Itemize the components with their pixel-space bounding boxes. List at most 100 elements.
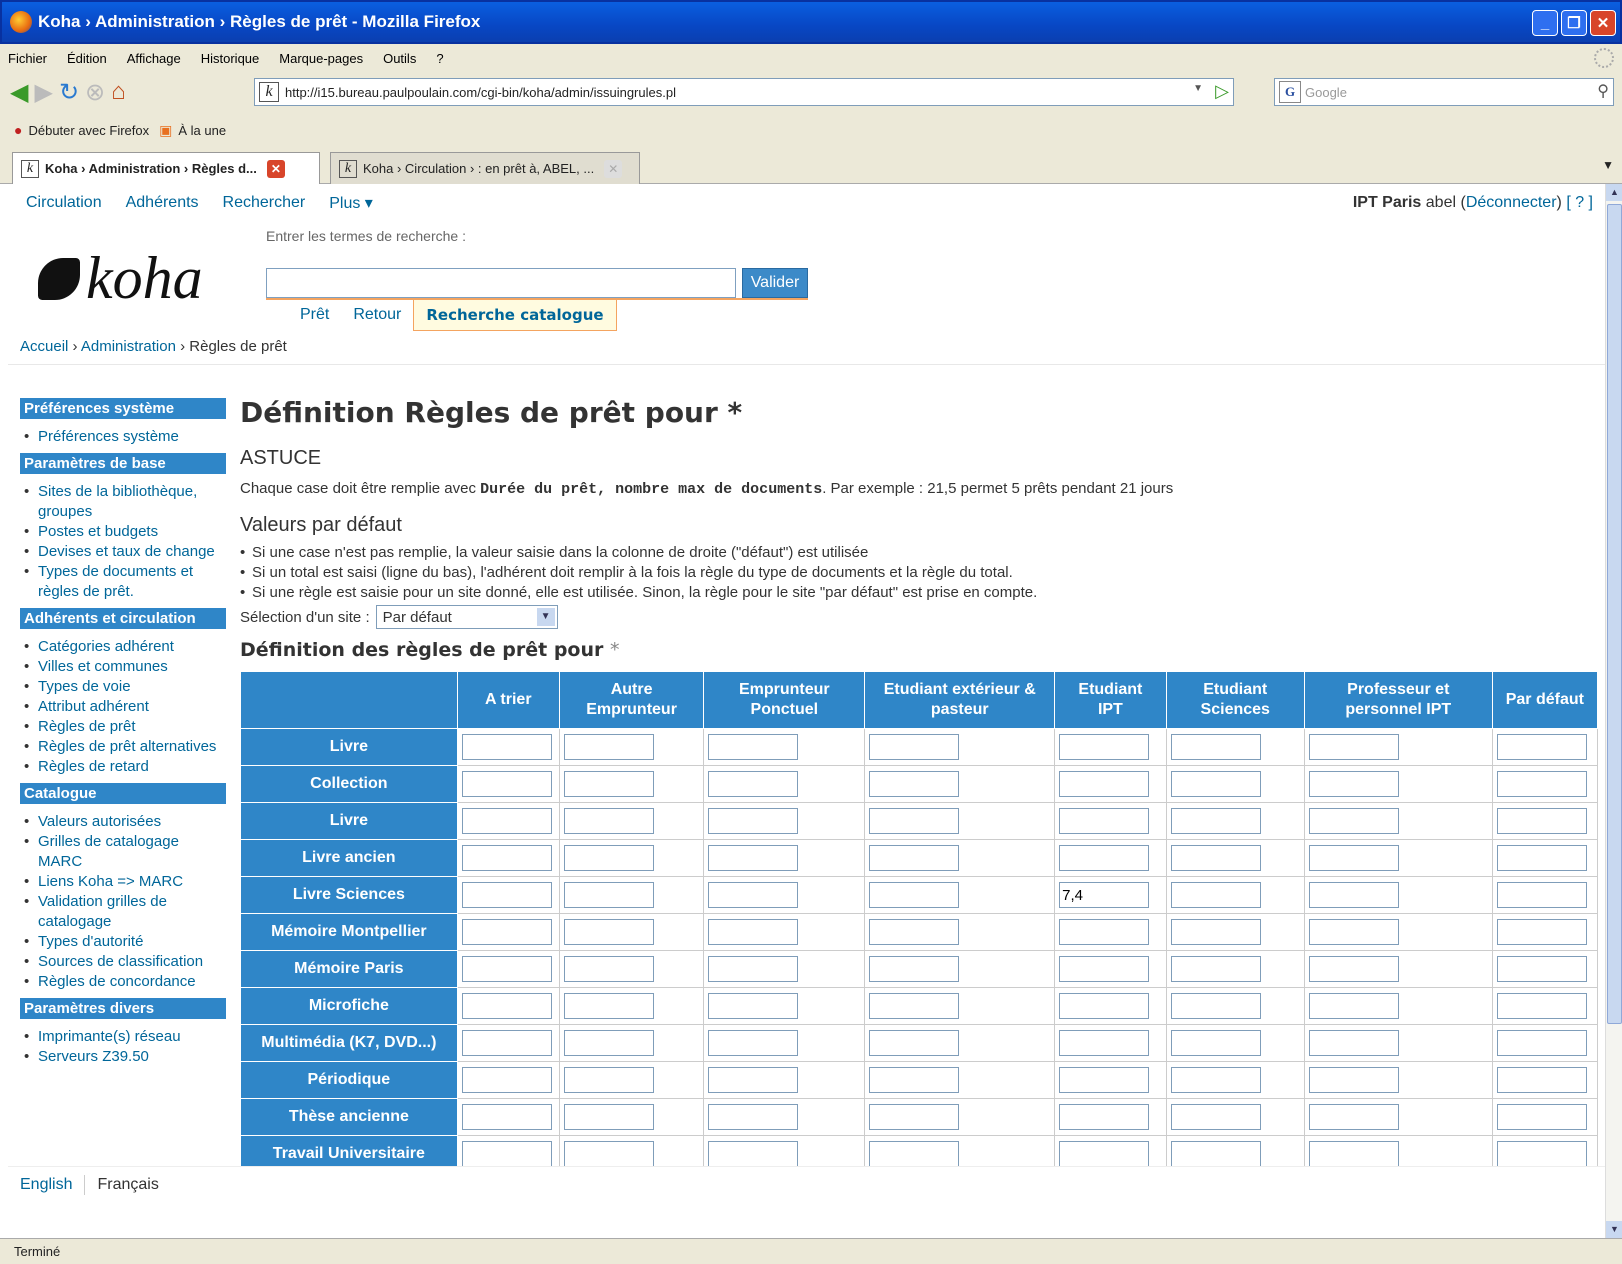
rule-input[interactable] bbox=[1059, 771, 1150, 797]
rule-input[interactable] bbox=[869, 882, 960, 908]
url-bar[interactable]: k http://i15.bureau.paulpoulain.com/cgi-… bbox=[254, 78, 1234, 106]
tab-checkout[interactable]: Prêt bbox=[288, 300, 341, 331]
rule-input[interactable] bbox=[461, 1104, 552, 1130]
rule-input[interactable] bbox=[1059, 1104, 1150, 1130]
rule-input[interactable] bbox=[708, 956, 799, 982]
rule-input[interactable] bbox=[1059, 1067, 1150, 1093]
rule-input[interactable] bbox=[1308, 993, 1399, 1019]
rule-input[interactable] bbox=[461, 956, 552, 982]
minimize-button[interactable]: _ bbox=[1532, 10, 1558, 36]
sidebar-link[interactable]: Grilles de catalogage MARC bbox=[20, 832, 226, 872]
rule-input[interactable] bbox=[1496, 882, 1587, 908]
chevron-down-icon[interactable]: ▼ bbox=[536, 608, 555, 626]
rule-input[interactable] bbox=[1170, 956, 1261, 982]
sidebar-link[interactable]: Valeurs autorisées bbox=[20, 812, 226, 832]
rule-input[interactable] bbox=[708, 1104, 799, 1130]
rule-input[interactable] bbox=[1170, 919, 1261, 945]
rule-input[interactable] bbox=[461, 1141, 552, 1167]
bookmark-getting-started[interactable]: Débuter avec Firefox bbox=[28, 123, 149, 138]
close-window-button[interactable]: ✕ bbox=[1590, 10, 1616, 36]
rule-input[interactable] bbox=[461, 919, 552, 945]
rule-input[interactable] bbox=[1496, 1104, 1587, 1130]
sidebar-link[interactable]: Sources de classification bbox=[20, 952, 226, 972]
sidebar-link[interactable]: Sites de la bibliothèque, groupes bbox=[20, 482, 226, 522]
sidebar-link[interactable]: Règles de retard bbox=[20, 757, 226, 777]
rule-input[interactable] bbox=[1308, 1067, 1399, 1093]
rule-input[interactable] bbox=[869, 919, 960, 945]
vertical-scrollbar[interactable]: ▲ ▼ bbox=[1605, 184, 1622, 1238]
rule-input[interactable] bbox=[461, 1030, 552, 1056]
tab-issuing-rules[interactable]: k Koha › Administration › Règles d... ✕ bbox=[12, 152, 320, 184]
rule-input[interactable] bbox=[461, 993, 552, 1019]
menu-file[interactable]: Fichier bbox=[8, 51, 47, 66]
sidebar-link[interactable]: Règles de prêt alternatives bbox=[20, 737, 226, 757]
sidebar-link[interactable]: Liens Koha => MARC bbox=[20, 872, 226, 892]
rule-input[interactable] bbox=[1496, 956, 1587, 982]
scroll-down-icon[interactable]: ▼ bbox=[1606, 1221, 1622, 1238]
rule-input[interactable] bbox=[1059, 1030, 1150, 1056]
rule-input[interactable] bbox=[1308, 919, 1399, 945]
rule-input[interactable] bbox=[1170, 1104, 1261, 1130]
submit-search-button[interactable]: Valider bbox=[742, 268, 808, 298]
url-dropdown-icon[interactable]: ▼ bbox=[1193, 83, 1203, 94]
rule-input[interactable] bbox=[708, 734, 799, 760]
lang-english[interactable]: English bbox=[20, 1176, 72, 1194]
home-icon[interactable]: ⌂ bbox=[111, 78, 126, 106]
rule-input[interactable] bbox=[869, 808, 960, 834]
rule-input[interactable] bbox=[1059, 808, 1150, 834]
rule-input[interactable] bbox=[461, 734, 552, 760]
rule-input[interactable] bbox=[869, 993, 960, 1019]
rule-input[interactable] bbox=[869, 845, 960, 871]
rule-input[interactable] bbox=[708, 882, 799, 908]
rule-input[interactable] bbox=[1496, 1067, 1587, 1093]
rule-input[interactable] bbox=[461, 1067, 552, 1093]
tab-circulation[interactable]: k Koha › Circulation › : en prêt à, ABEL… bbox=[330, 152, 640, 184]
magnifier-icon[interactable]: ⚲ bbox=[1597, 81, 1609, 101]
menu-tools[interactable]: Outils bbox=[383, 51, 416, 66]
rule-input[interactable] bbox=[869, 771, 960, 797]
menu-help[interactable]: ? bbox=[436, 51, 443, 66]
site-select[interactable]: Par défaut ▼ bbox=[375, 605, 558, 629]
sidebar-link[interactable]: Postes et budgets bbox=[20, 522, 226, 542]
breadcrumb-admin[interactable]: Administration bbox=[81, 338, 176, 355]
google-icon[interactable]: G bbox=[1279, 81, 1301, 103]
rule-input[interactable] bbox=[708, 845, 799, 871]
menu-view[interactable]: Affichage bbox=[127, 51, 181, 66]
close-tab-icon[interactable]: ✕ bbox=[604, 159, 623, 178]
rule-input[interactable] bbox=[1170, 1141, 1261, 1167]
rule-input[interactable] bbox=[1170, 993, 1261, 1019]
scrollbar-thumb[interactable] bbox=[1607, 204, 1622, 1024]
rule-input[interactable] bbox=[1170, 845, 1261, 871]
sidebar-link[interactable]: Devises et taux de change bbox=[20, 542, 226, 562]
rule-input[interactable] bbox=[1308, 882, 1399, 908]
rule-input[interactable] bbox=[1170, 734, 1261, 760]
rule-input[interactable] bbox=[1170, 771, 1261, 797]
rule-input[interactable] bbox=[708, 919, 799, 945]
sidebar-link[interactable]: Types de documents et règles de prêt. bbox=[20, 562, 226, 602]
sidebar-link[interactable]: Attribut adhérent bbox=[20, 697, 226, 717]
rule-input[interactable] bbox=[1059, 734, 1150, 760]
rule-input[interactable] bbox=[1308, 1141, 1399, 1167]
rule-input[interactable] bbox=[1059, 956, 1150, 982]
menu-bookmarks[interactable]: Marque-pages bbox=[279, 51, 363, 66]
rule-input[interactable] bbox=[708, 1067, 799, 1093]
rule-input[interactable] bbox=[1170, 808, 1261, 834]
rule-input[interactable] bbox=[1496, 845, 1587, 871]
back-arrow-icon[interactable]: ◀ bbox=[10, 78, 28, 107]
rule-input[interactable] bbox=[461, 808, 552, 834]
rule-input[interactable] bbox=[1308, 771, 1399, 797]
rule-input[interactable] bbox=[1170, 1030, 1261, 1056]
sidebar-link[interactable]: Serveurs Z39.50 bbox=[20, 1047, 226, 1067]
rule-input[interactable] bbox=[563, 734, 654, 760]
nav-search[interactable]: Rechercher bbox=[223, 194, 306, 212]
rule-input[interactable] bbox=[869, 1030, 960, 1056]
forward-arrow-icon[interactable]: ▶ bbox=[34, 78, 52, 107]
rule-input[interactable] bbox=[869, 956, 960, 982]
rule-input[interactable] bbox=[1059, 882, 1150, 908]
bookmark-headlines[interactable]: À la une bbox=[178, 123, 226, 138]
nav-circulation[interactable]: Circulation bbox=[26, 194, 102, 212]
rule-input[interactable] bbox=[869, 1104, 960, 1130]
rule-input[interactable] bbox=[563, 845, 654, 871]
sidebar-link[interactable]: Règles de concordance bbox=[20, 972, 226, 992]
sidebar-link[interactable]: Validation grilles de catalogage bbox=[20, 892, 226, 932]
